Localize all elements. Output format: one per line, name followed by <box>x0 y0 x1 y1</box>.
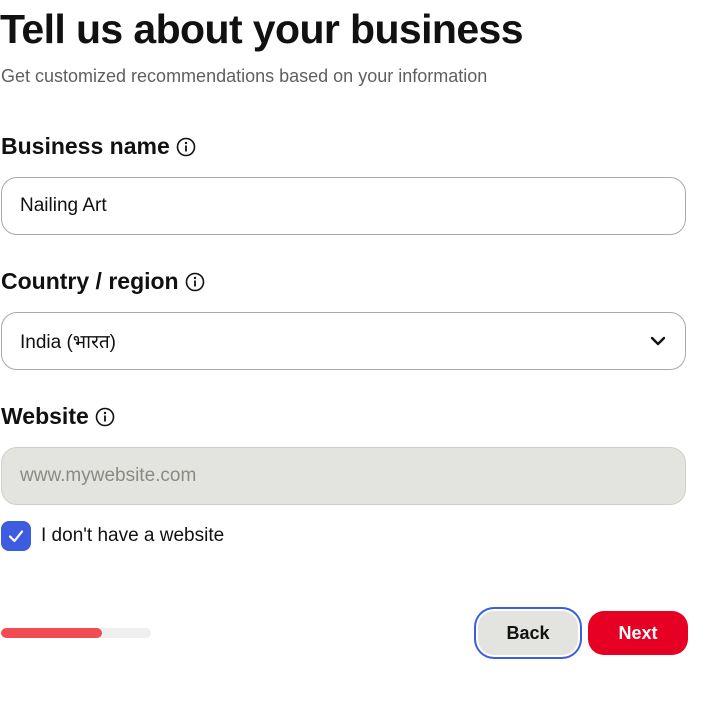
chevron-down-icon[interactable] <box>649 332 667 350</box>
no-website-label[interactable]: I don't have a website <box>41 525 224 547</box>
page-title: Tell us about your business <box>0 6 524 52</box>
next-button[interactable]: Next <box>588 611 688 655</box>
country-select[interactable]: India (भारत) <box>1 312 686 370</box>
info-circle-icon[interactable] <box>185 272 205 292</box>
progress-fill <box>1 628 102 638</box>
checkmark-icon <box>8 530 24 543</box>
progress-bar <box>1 628 151 638</box>
business-name-label-row: Business name <box>1 133 196 160</box>
business-name-label: Business name <box>1 133 170 159</box>
no-website-checkbox[interactable] <box>1 521 31 551</box>
no-website-option[interactable]: I don't have a website <box>1 521 224 551</box>
info-circle-icon[interactable] <box>176 137 196 157</box>
info-circle-icon[interactable] <box>95 407 115 427</box>
business-name-field[interactable] <box>1 177 686 235</box>
website-input[interactable] <box>20 465 667 487</box>
website-field[interactable] <box>1 447 686 505</box>
back-button[interactable]: Back <box>478 611 578 655</box>
country-selected-value: India (भारत) <box>20 332 117 353</box>
website-label-row: Website <box>1 403 115 430</box>
country-label: Country / region <box>1 268 179 294</box>
website-label: Website <box>1 403 89 429</box>
country-label-row: Country / region <box>1 268 205 295</box>
page-subtitle: Get customized recommendations based on … <box>1 66 488 86</box>
business-name-input[interactable] <box>20 195 667 217</box>
